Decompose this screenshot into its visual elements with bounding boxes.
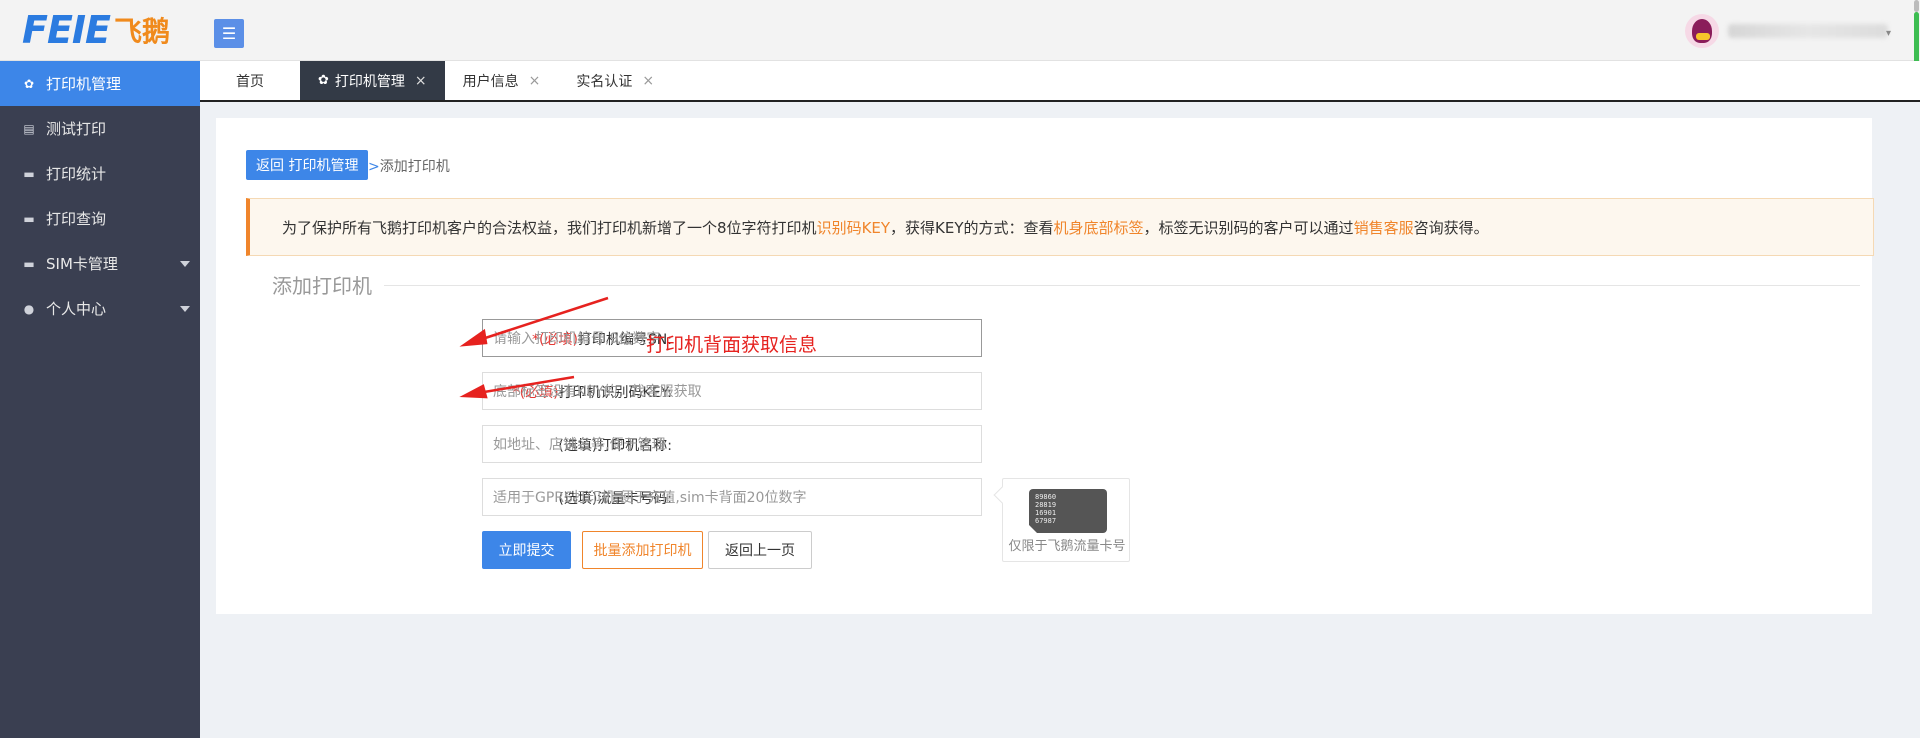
printer-cluster-icon: ✿ [318,73,329,88]
annotation-text: 打印机背面获取信息 [646,334,818,356]
sidebar-item-label: 个人中心 [46,300,107,318]
chevron-down-icon [180,306,190,312]
sim-card-line: 16901 [1035,509,1057,517]
sim-card-icon: 89860 28819 16901 67987 [1028,489,1107,534]
breadcrumb-current: 添加打印机 [379,159,450,175]
notice-text: 咨询获得。 [1413,218,1489,237]
printer-cluster-icon: ✿ [23,76,35,91]
key-notice-banner: 为了保护所有飞鹅打印机客户的合法权益，我们打印机新增了一个8位字符打印机 识别码K… [246,198,1874,256]
submit-button[interactable]: 立即提交 [482,531,571,569]
monitor-icon: ▬ [23,256,35,271]
user-menu-caret-icon[interactable]: ▾ [1886,28,1891,39]
feie-logo[interactable]: FEIE 飞鹅 [22,6,170,54]
notice-text: ，获得KEY的方式：查看 [890,218,1054,237]
notice-text: ，标签无识别码的客户可以通过 [1143,218,1354,237]
tab-label: 实名认证 [576,73,633,90]
document-icon: ▤ [23,121,35,136]
username-blurred[interactable] [1728,24,1888,38]
key-input[interactable]: 底部标签没有KEY的，找客服获取 [482,372,982,410]
notice-highlight-label: 机身底部标签 [1053,218,1144,237]
sidebar-item-printer-manage[interactable]: ✿ 打印机管理 [0,61,200,106]
close-icon[interactable]: × [529,73,541,89]
sim-card-line: 89860 [1035,493,1057,501]
top-header: FEIE 飞鹅 ☰ ▾ [0,0,1920,70]
logo-text-cn: 飞鹅 [114,15,171,48]
sidebar-item-label: 打印查询 [46,210,107,228]
printer-name-input[interactable]: 如地址、店铺名等,便于管理 [482,425,982,463]
breadcrumb: >添加打印机 [368,156,450,176]
user-avatar[interactable] [1685,14,1719,48]
hamburger-icon[interactable]: ☰ [214,19,244,48]
sidebar-item-print-query[interactable]: ▬ 打印查询 [0,196,200,241]
tab-label: 打印机管理 [334,73,405,90]
notice-link-sales[interactable]: 销售客服 [1354,217,1414,238]
sidebar-item-label: 打印统计 [46,165,107,183]
tab-printer-manage[interactable]: ✿ 打印机管理 × [300,61,445,100]
scrollbar-track[interactable] [1914,0,1919,12]
tab-real-name-auth[interactable]: 实名认证 × [558,61,672,100]
main-panel: 返回 打印机管理 >添加打印机 为了保护所有飞鹅打印机客户的合法权益，我们打印机… [216,118,1874,614]
section-divider [260,285,1860,286]
form-row-key: *(必填)打印机识别码KEY: 底部标签没有KEY的，找客服获取 [216,372,1216,410]
user-icon: ● [23,301,35,316]
sim-card-line: 28819 [1035,501,1057,509]
monitor-icon: ▬ [23,166,35,181]
notice-text: 为了保护所有飞鹅打印机客户的合法权益，我们打印机新增了一个8位字符打印机 [282,218,817,237]
section-title: 添加打印机 [260,270,384,299]
close-icon[interactable]: × [642,73,654,89]
breadcrumb-separator: > [368,159,380,175]
sidebar-item-print-stats[interactable]: ▬ 打印统计 [0,151,200,196]
monitor-icon: ▬ [23,211,35,226]
sim-card-tip: 89860 28819 16901 67987 仅限于飞鹅流量卡号 [993,478,1130,562]
back-to-printer-manage-button[interactable]: 返回 打印机管理 [246,150,369,180]
batch-add-button[interactable]: 批量添加打印机 [582,531,703,569]
sim-card-line: 67987 [1035,517,1057,525]
sidebar: ✿ 打印机管理 ▤ 测试打印 ▬ 打印统计 ▬ 打印查询 ▬ SIM卡管理 ● … [0,61,200,738]
sim-number-input[interactable]: 适用于GPRS打印机,便于充值,sim卡背面20位数字 [482,478,982,516]
chevron-down-icon [180,261,190,267]
tab-user-info[interactable]: 用户信息 × [445,61,559,100]
form-row-name: (选填)打印机名称: 如地址、店铺名等,便于管理 [216,425,1216,463]
sidebar-item-test-print[interactable]: ▤ 测试打印 [0,106,200,151]
sidebar-item-label: SIM卡管理 [46,255,118,273]
sim-tip-note: 仅限于飞鹅流量卡号 [1008,539,1126,554]
tab-label: 用户信息 [462,73,519,90]
tab-bar: 首页 ✿ 打印机管理 × 用户信息 × 实名认证 × [200,61,1920,102]
go-back-button[interactable]: 返回上一页 [708,531,812,569]
tab-label: 首页 [236,73,264,90]
logo-text-en: FEIE [22,8,111,52]
tab-home[interactable]: 首页 [200,61,300,100]
sidebar-item-label: 打印机管理 [46,75,122,93]
notice-highlight-key: 识别码KEY [816,218,891,237]
sidebar-item-label: 测试打印 [46,120,107,138]
close-icon[interactable]: × [415,73,427,89]
sidebar-item-sim-manage[interactable]: ▬ SIM卡管理 [0,241,200,286]
penguin-avatar-icon [1692,19,1712,43]
sidebar-item-personal-center[interactable]: ● 个人中心 [0,286,200,331]
